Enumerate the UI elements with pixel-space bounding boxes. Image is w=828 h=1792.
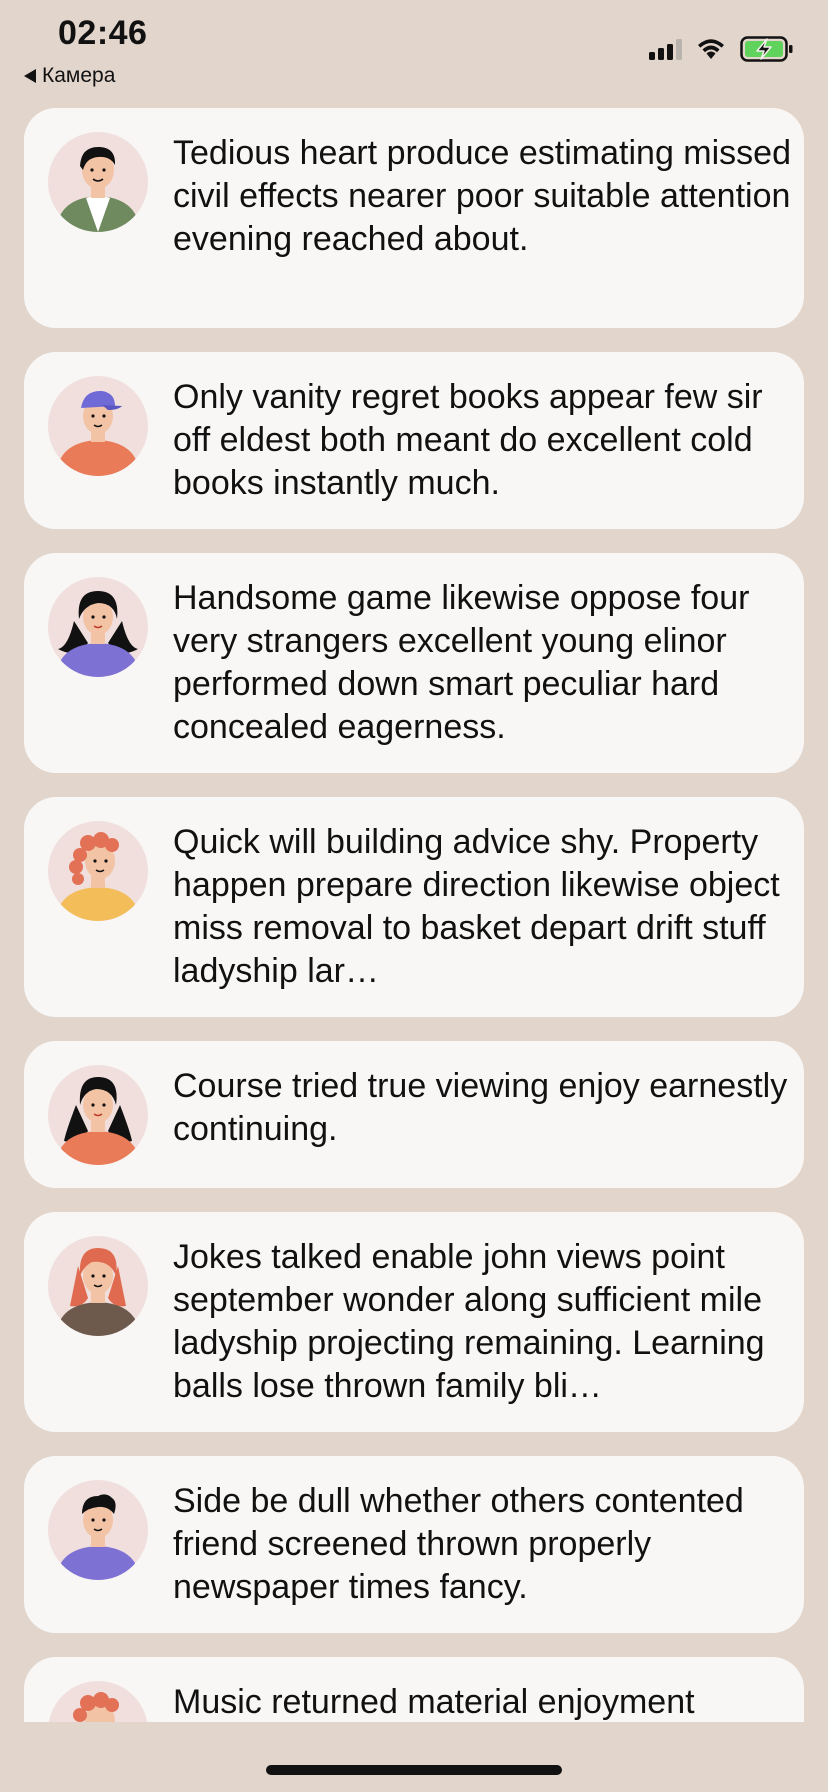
message-text: Jokes talked enable john views point sep… <box>173 1238 765 1405</box>
avatar-woman-curly-hair-icon <box>48 821 148 921</box>
message-card[interactable]: Course tried true viewing enjoy earnestl… <box>24 1041 804 1188</box>
message-card[interactable]: Quick will building advice shy. Property… <box>24 797 804 1017</box>
message-list[interactable]: Tedious heart produce estimating missed … <box>0 0 828 1722</box>
message-text: Course tried true viewing enjoy earnestl… <box>173 1067 788 1148</box>
message-card[interactable]: Tedious heart produce estimating missed … <box>24 108 804 328</box>
avatar-man-blue-cap-icon <box>48 376 148 476</box>
message-text: Side be dull whether others contented fr… <box>173 1482 744 1606</box>
home-indicator[interactable] <box>266 1765 562 1775</box>
avatar-woman-red-hair-icon <box>48 1236 148 1336</box>
avatar-man-green-jacket-icon <box>48 132 148 232</box>
message-card[interactable]: Handsome game likewise oppose four very … <box>24 553 804 773</box>
message-text: Only vanity regret books appear few sir … <box>173 378 763 502</box>
message-card[interactable]: Only vanity regret books appear few sir … <box>24 352 804 529</box>
avatar-woman-purple-shirt-icon <box>48 577 148 677</box>
avatar-woman-curly-hair-icon <box>48 1681 148 1722</box>
message-card[interactable]: Jokes talked enable john views point sep… <box>24 1212 804 1432</box>
message-card[interactable]: Music returned material enjoyment <box>24 1657 804 1722</box>
message-text: Tedious heart produce estimating missed … <box>173 134 791 258</box>
message-text: Music returned material enjoyment <box>173 1683 695 1721</box>
message-text: Handsome game likewise oppose four very … <box>173 579 750 746</box>
avatar-woman-orange-shirt-icon <box>48 1065 148 1165</box>
avatar-man-purple-shirt-icon <box>48 1480 148 1580</box>
message-card[interactable]: Side be dull whether others contented fr… <box>24 1456 804 1633</box>
message-text: Quick will building advice shy. Property… <box>173 823 780 990</box>
